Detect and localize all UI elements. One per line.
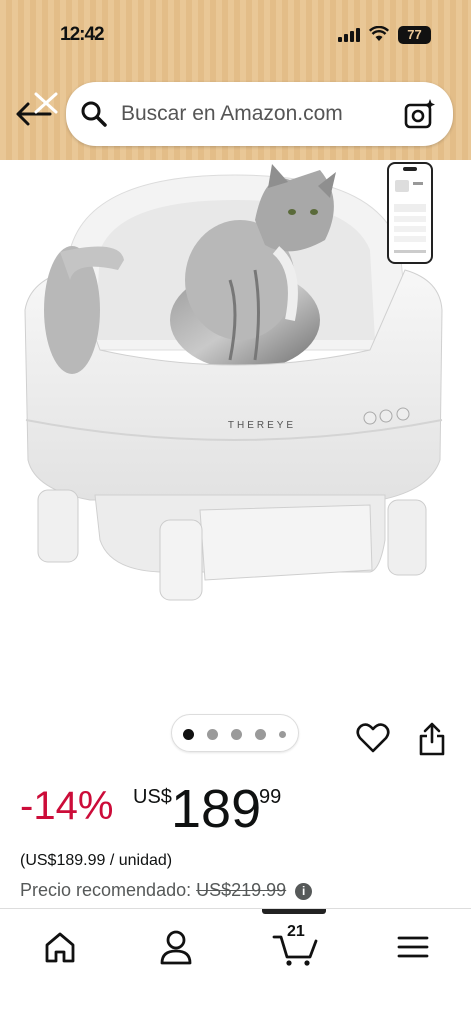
recommended-price: Precio recomendado: US$219.99 i <box>20 880 313 901</box>
app-preview-thumbnail <box>387 162 433 264</box>
rrp-label: Precio recomendado: <box>20 880 192 900</box>
header: 12:42 77 Buscar en Amazon.com <box>0 0 471 160</box>
home-icon[interactable] <box>40 927 80 967</box>
wishlist-heart-icon[interactable] <box>356 722 390 754</box>
dot-2[interactable] <box>207 729 218 740</box>
brand-logo: THEREYE <box>228 420 296 431</box>
search-icon <box>81 101 107 127</box>
unit-price: (US$189.99 / unidad) <box>20 852 173 869</box>
discount-percentage: -14% <box>20 784 114 828</box>
account-icon[interactable] <box>156 927 196 967</box>
battery-indicator: 77 <box>398 26 431 44</box>
dot-1[interactable] <box>183 729 194 740</box>
dot-4[interactable] <box>255 729 266 740</box>
search-input[interactable]: Buscar en Amazon.com <box>121 102 343 126</box>
bottom-navigation: 21 <box>0 908 471 1020</box>
rrp-value: US$219.99 <box>196 880 287 900</box>
dot-3[interactable] <box>231 729 242 740</box>
dot-5[interactable] <box>279 731 286 738</box>
wifi-icon <box>369 26 389 41</box>
cart-icon[interactable] <box>272 927 318 967</box>
signal-icon <box>338 28 360 42</box>
price-currency: US$ <box>133 786 172 808</box>
camera-search-icon[interactable] <box>404 98 436 130</box>
status-time: 12:42 <box>60 24 105 45</box>
info-icon[interactable]: i <box>295 883 313 900</box>
menu-icon[interactable] <box>393 927 433 967</box>
back-close-icon[interactable] <box>14 90 64 140</box>
search-bar[interactable]: Buscar en Amazon.com <box>66 82 453 146</box>
price-fraction: 99 <box>259 786 282 808</box>
status-bar: 12:42 77 <box>0 24 471 48</box>
active-tab-indicator <box>262 909 326 914</box>
price-whole: 189 <box>171 779 262 839</box>
share-icon[interactable] <box>418 722 446 756</box>
image-pagination-dots[interactable] <box>171 714 299 752</box>
